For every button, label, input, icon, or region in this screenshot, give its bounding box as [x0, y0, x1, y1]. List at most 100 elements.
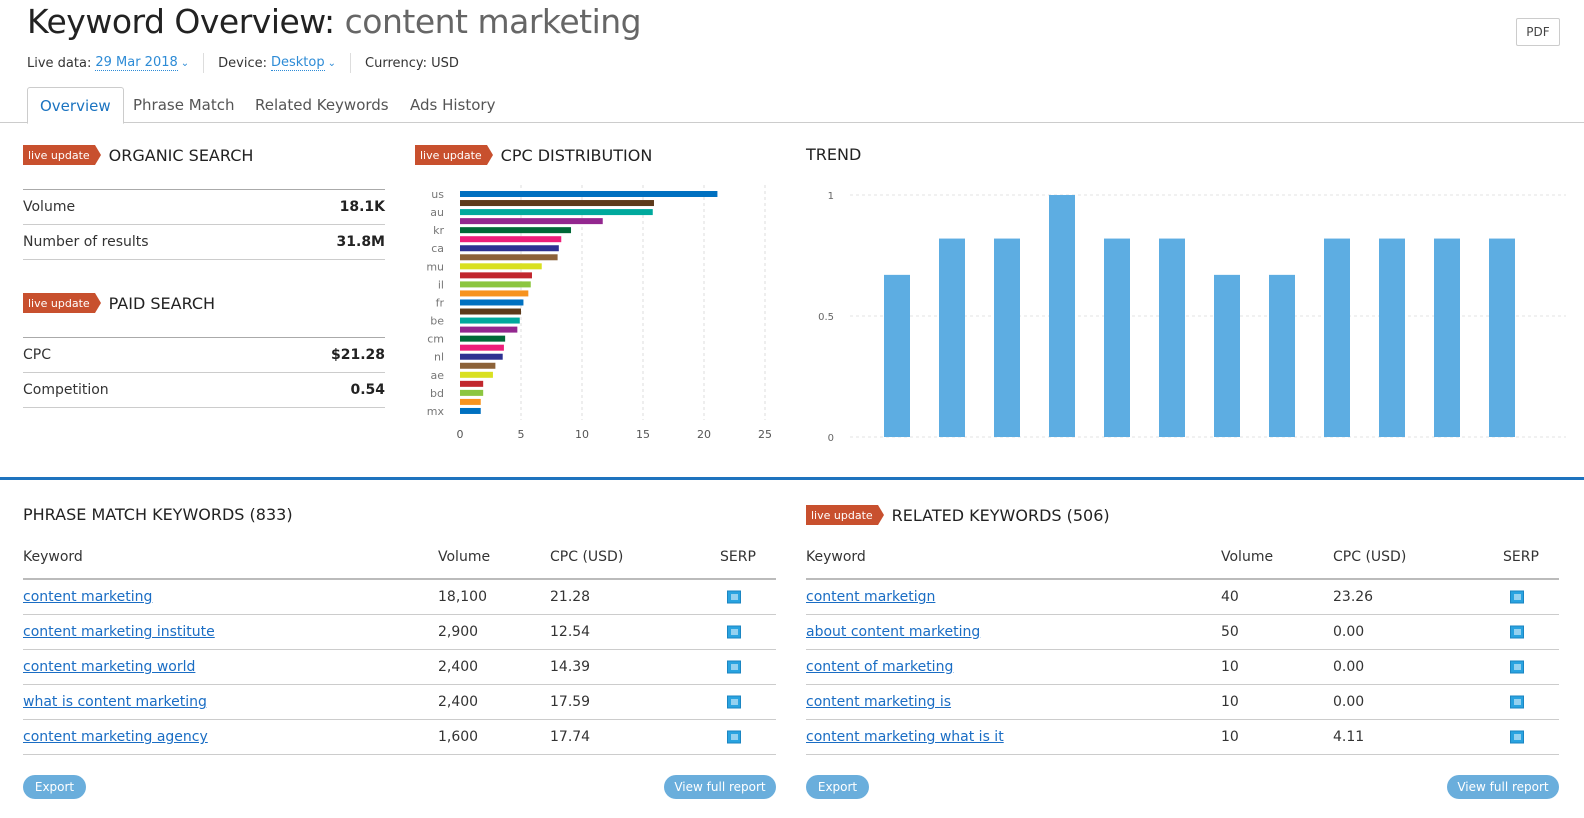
live-update-badge: live update — [23, 293, 101, 313]
keyword-link[interactable]: what is content marketing — [23, 694, 207, 710]
x-tick-label: 0 — [457, 428, 464, 441]
device-dropdown[interactable]: Desktop — [271, 55, 325, 71]
bar-country — [460, 254, 558, 261]
keyword-link[interactable]: about content marketing — [806, 624, 980, 640]
volume: 40 — [1221, 589, 1239, 605]
trend-heading: TREND — [806, 145, 862, 164]
tab-phrase-match[interactable]: Phrase Match — [121, 87, 247, 123]
page-title: Keyword Overview: content marketing — [27, 2, 642, 41]
x-tick-label: 20 — [697, 428, 711, 441]
view-full-report-button[interactable]: View full report — [1447, 775, 1559, 799]
stat-row: Competition 0.54 — [23, 373, 385, 408]
cpc: 0.00 — [1333, 659, 1365, 675]
paid-search-heading: live update PAID SEARCH — [23, 293, 215, 313]
cpc: 17.59 — [550, 694, 591, 710]
bar-country — [460, 272, 532, 279]
volume: 10 — [1221, 694, 1239, 710]
paid-stats: CPC $21.28 Competition 0.54 — [23, 337, 385, 408]
live-update-badge: live update — [806, 505, 884, 525]
y-tick-label: bd — [430, 387, 444, 400]
trend-bar — [1214, 274, 1240, 437]
serp-icon[interactable] — [727, 660, 741, 674]
bar-us — [460, 191, 718, 197]
table-row: content marketing is 10 0.00 — [806, 685, 1559, 720]
keyword-link[interactable]: content of marketing — [806, 659, 953, 675]
cpc: 17.74 — [550, 729, 591, 745]
serp-icon[interactable] — [727, 695, 741, 709]
bar-il — [460, 281, 531, 288]
tab-overview[interactable]: Overview — [27, 87, 124, 124]
trend-bar — [939, 238, 965, 437]
tab-ads-history[interactable]: Ads History — [398, 87, 507, 123]
table-row: content marketing what is it 10 4.11 — [806, 720, 1559, 755]
serp-icon[interactable] — [727, 590, 741, 604]
organic-stats: Volume 18.1K Number of results 31.8M — [23, 189, 385, 260]
bar-bd — [460, 389, 484, 396]
serp-icon[interactable] — [1510, 695, 1524, 709]
volume: 10 — [1221, 659, 1239, 675]
y-tick-label: ae — [430, 369, 444, 382]
trend-bar — [1324, 238, 1350, 437]
stat-row: CPC $21.28 — [23, 338, 385, 373]
trend-bar — [1269, 274, 1295, 437]
keyword-link[interactable]: content marketing is — [806, 694, 951, 710]
keyword-link[interactable]: content marketing institute — [23, 624, 215, 640]
trend-bar — [1489, 238, 1515, 437]
bar-ca — [460, 245, 559, 252]
related-keywords-table: Keyword Volume CPC (USD) SERP content marke… — [806, 536, 1559, 755]
export-button[interactable]: Export — [23, 775, 86, 799]
table-row: about content marketing 50 0.00 — [806, 615, 1559, 650]
chevron-down-icon[interactable]: ⌄ — [181, 58, 189, 69]
volume: 2,400 — [438, 694, 479, 710]
y-tick-label: au — [430, 206, 444, 219]
trend-bar — [1434, 238, 1460, 437]
chevron-down-icon[interactable]: ⌄ — [328, 58, 336, 69]
bar-nl — [460, 353, 503, 360]
keyword-link[interactable]: content marketing world — [23, 659, 195, 675]
date-dropdown[interactable]: 29 Mar 2018 — [95, 55, 178, 71]
x-tick-label: 25 — [758, 428, 772, 441]
trend-bar — [994, 238, 1020, 437]
x-tick-label: 10 — [575, 428, 589, 441]
bar-country — [460, 290, 529, 297]
live-update-badge: live update — [415, 145, 493, 165]
keyword-link[interactable]: content marketing what is it — [806, 729, 1004, 745]
bar-country — [460, 200, 654, 207]
y-tick-label: il — [438, 278, 444, 291]
trend-bar — [1104, 238, 1130, 437]
table-row: content of marketing 10 0.00 — [806, 650, 1559, 685]
y-tick-label: be — [430, 315, 444, 328]
column-header: Volume — [1221, 549, 1274, 565]
organic-search-heading: live update ORGANIC SEARCH — [23, 145, 253, 165]
keyword-link[interactable]: content marketing agency — [23, 729, 208, 745]
table-header: Keyword Volume CPC (USD) SERP — [806, 536, 1559, 580]
y-tick-label: fr — [436, 296, 445, 309]
column-header: Keyword — [23, 549, 83, 565]
serp-icon[interactable] — [1510, 625, 1524, 639]
bar-country — [460, 218, 603, 225]
trend-bar — [1049, 195, 1075, 437]
export-button[interactable]: Export — [806, 775, 869, 799]
stat-row: Volume 18.1K — [23, 190, 385, 225]
bar-be — [460, 317, 520, 324]
bar-au — [460, 209, 653, 216]
tab-related-keywords[interactable]: Related Keywords — [243, 87, 401, 123]
serp-icon[interactable] — [1510, 590, 1524, 604]
serp-icon[interactable] — [1510, 660, 1524, 674]
bar-cm — [460, 335, 506, 342]
cpc: 4.11 — [1333, 729, 1365, 745]
keyword-link[interactable]: content marketing — [23, 589, 152, 605]
pdf-button[interactable]: PDF — [1516, 18, 1560, 46]
y-tick-label: kr — [433, 224, 444, 237]
serp-icon[interactable] — [1510, 730, 1524, 744]
column-header: CPC (USD) — [1333, 549, 1407, 565]
bar-country — [460, 398, 481, 405]
view-full-report-button[interactable]: View full report — [664, 775, 776, 799]
phrase-match-table: Keyword Volume CPC (USD) SERP content marke… — [23, 536, 776, 755]
keyword-link[interactable]: content marketign — [806, 589, 935, 605]
table-row: content marketign 40 23.26 — [806, 580, 1559, 615]
serp-icon[interactable] — [727, 730, 741, 744]
cpc: 21.28 — [550, 589, 591, 605]
cpc-distribution-chart: 0 5 10 15 20 25 us au kr ca mu il fr be cm nl ae bd mx — [426, 185, 772, 441]
serp-icon[interactable] — [727, 625, 741, 639]
